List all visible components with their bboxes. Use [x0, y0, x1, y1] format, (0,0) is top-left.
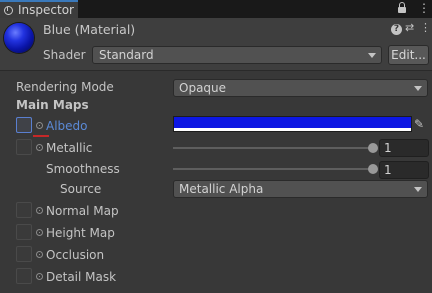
occlusion-texture-slot[interactable] — [16, 246, 32, 262]
chevron-down-icon — [414, 86, 422, 91]
occlusion-label: Occlusion — [46, 248, 105, 262]
source-dropdown[interactable]: Metallic Alpha — [173, 180, 428, 198]
height-map-texture-slot[interactable] — [16, 224, 32, 240]
detail-mask-picker-icon[interactable] — [36, 273, 43, 280]
metallic-slider-thumb[interactable] — [368, 143, 378, 153]
shader-dropdown-value: Standard — [99, 48, 154, 62]
metallic-value-field[interactable]: 1 — [379, 139, 429, 157]
normal-map-picker-icon[interactable] — [36, 207, 43, 214]
material-title: Blue (Material) — [43, 22, 136, 37]
albedo-annotation-underline — [33, 135, 49, 137]
edit-shader-button[interactable]: Edit... — [388, 45, 429, 65]
lock-icon[interactable] — [398, 2, 406, 13]
help-icon[interactable]: ? — [391, 24, 402, 35]
chevron-down-icon — [368, 53, 376, 58]
material-menu-icon[interactable]: ⋮ — [420, 21, 431, 34]
detail-mask-texture-slot[interactable] — [16, 268, 32, 284]
smoothness-slider-track[interactable] — [173, 168, 373, 170]
chevron-down-icon — [414, 187, 422, 192]
tab-inspector-label: Inspector — [18, 3, 74, 17]
rendering-mode-dropdown[interactable]: Opaque — [173, 79, 428, 97]
rendering-mode-value: Opaque — [179, 81, 227, 95]
source-value: Metallic Alpha — [179, 182, 264, 196]
tab-menu-icon[interactable]: ⋮ — [418, 1, 430, 15]
metallic-slider-track[interactable] — [173, 147, 373, 149]
albedo-texture-slot[interactable] — [16, 117, 32, 133]
metallic-label: Metallic — [46, 141, 93, 155]
albedo-picker-icon[interactable] — [36, 122, 43, 129]
height-map-label: Height Map — [46, 226, 115, 240]
preset-icon[interactable]: ⇄ — [405, 21, 416, 34]
info-icon — [4, 5, 13, 15]
smoothness-label: Smoothness — [46, 162, 120, 176]
main-maps-heading: Main Maps — [16, 98, 89, 112]
material-preview-sphere — [4, 23, 34, 53]
shader-label: Shader — [43, 48, 86, 62]
detail-mask-label: Detail Mask — [46, 270, 117, 284]
occlusion-picker-icon[interactable] — [36, 251, 43, 258]
normal-map-texture-slot[interactable] — [16, 202, 32, 218]
shader-dropdown[interactable]: Standard — [92, 46, 382, 64]
metallic-texture-slot[interactable] — [16, 139, 32, 155]
smoothness-slider-thumb[interactable] — [368, 164, 378, 174]
normal-map-label: Normal Map — [46, 204, 119, 218]
source-label: Source — [60, 182, 102, 196]
smoothness-value-field[interactable]: 1 — [379, 161, 429, 179]
metallic-picker-icon[interactable] — [36, 144, 43, 151]
eyedropper-icon[interactable]: ✎ — [414, 117, 428, 131]
albedo-color-field[interactable] — [173, 116, 412, 132]
albedo-label: Albedo — [46, 119, 88, 133]
height-map-picker-icon[interactable] — [36, 229, 43, 236]
rendering-mode-label: Rendering Mode — [16, 80, 114, 94]
tab-inspector[interactable]: Inspector — [0, 0, 78, 18]
